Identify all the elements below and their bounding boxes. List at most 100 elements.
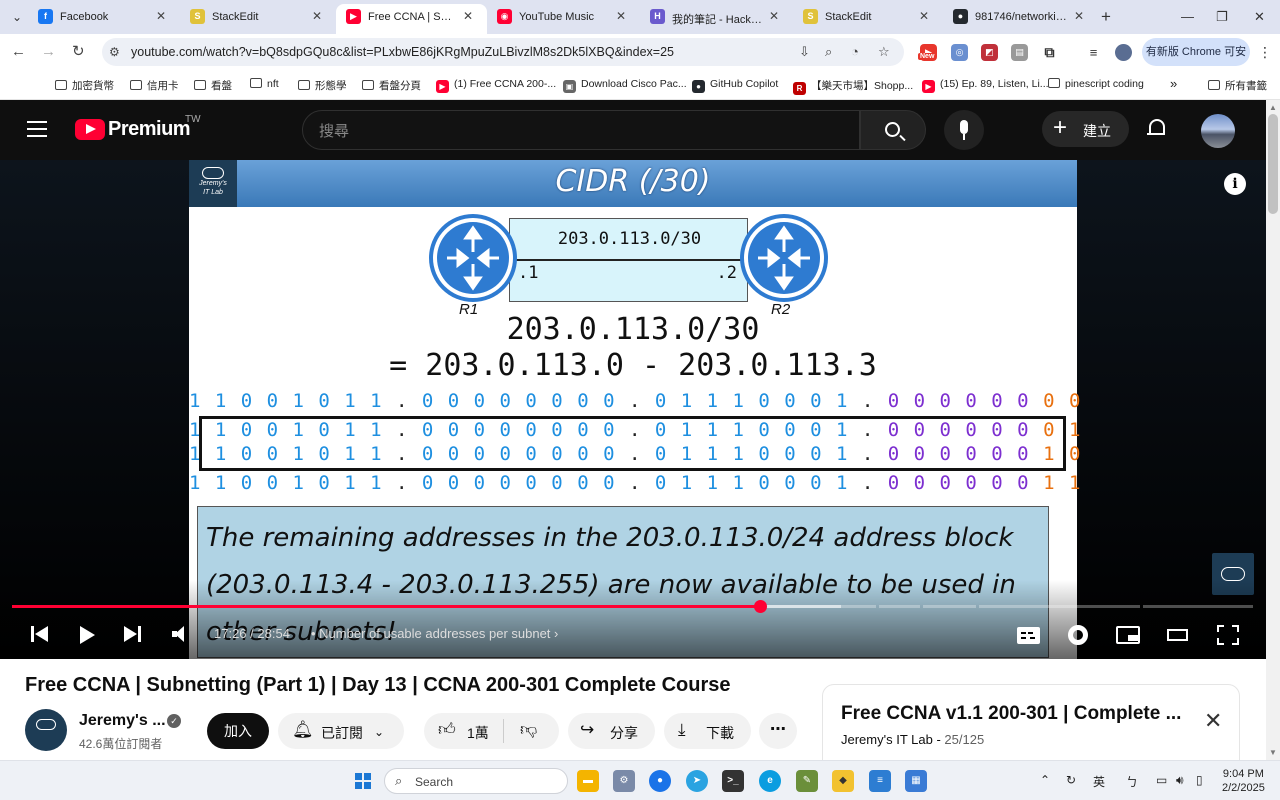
bookmark-item[interactable]: R 【樂天市場】Shopp... (793, 78, 913, 95)
more-actions-icon[interactable]: ⋯ (759, 713, 797, 749)
chrome-update-button[interactable]: 有新版 Chrome 可安裝 (1142, 38, 1250, 86)
bookmark-item[interactable]: 看盤分頁 (362, 78, 421, 93)
like-count[interactable]: 1萬 (467, 723, 489, 743)
progress-bar[interactable] (12, 600, 1253, 613)
play-icon[interactable] (80, 626, 96, 644)
settings-gear-icon[interactable] (1068, 625, 1088, 645)
close-window-icon[interactable]: ✕ (1254, 9, 1265, 25)
tab-5[interactable]: S StackEdit ✕ (793, 4, 943, 30)
bookmark-item[interactable]: 形態學 (298, 78, 347, 93)
chapter-segment[interactable] (879, 605, 920, 608)
close-tab-icon[interactable]: ✕ (769, 9, 779, 23)
bookmark-star-icon[interactable]: ☆ (878, 44, 890, 60)
next-icon[interactable] (124, 626, 142, 642)
url-text[interactable]: youtube.com/watch?v=bQ8sdpGQu8c&list=PLx… (131, 45, 674, 59)
bookmark-item[interactable]: pinescript coding (1048, 78, 1144, 90)
all-bookmarks-folder[interactable]: 所有書籤 (1208, 78, 1267, 93)
scrubber-knob[interactable] (754, 600, 767, 613)
taskbar-search[interactable]: ⌕ Search (384, 768, 568, 794)
playlist-channel[interactable]: Jeremy's IT Lab (841, 732, 933, 747)
site-info-icon[interactable]: ⚙ (109, 45, 120, 59)
search-input[interactable] (319, 120, 839, 142)
scroll-down-icon[interactable]: ▼ (1269, 748, 1277, 757)
hamburger-menu-icon[interactable] (27, 121, 47, 137)
forward-icon[interactable]: → (41, 44, 56, 59)
minimize-icon[interactable]: — (1181, 9, 1194, 24)
info-icon[interactable]: i (1224, 173, 1246, 195)
extension-chatgpt-icon[interactable]: ◎ (951, 44, 968, 61)
profile-avatar-icon[interactable] (1115, 44, 1132, 61)
address-bar[interactable]: ⚙ youtube.com/watch?v=bQ8sdpGQu8c&list=P… (102, 38, 904, 66)
ime-mode-icon[interactable]: ㄅ (1126, 773, 1138, 790)
close-playlist-icon[interactable]: ✕ (1204, 710, 1222, 732)
bookmarks-overflow-icon[interactable]: » (1170, 76, 1177, 91)
video-player[interactable]: CIDR (/30) Jeremy's IT Lab 203.0.113.0/3… (0, 160, 1266, 659)
bookmark-item[interactable]: 信用卡 (130, 78, 179, 93)
channel-name[interactable]: Jeremy's ... (79, 712, 166, 730)
tab-6[interactable]: ● 981746/networking- ✕ (943, 4, 1098, 30)
search-button[interactable] (860, 110, 926, 150)
ime-indicator[interactable]: 英 (1093, 773, 1105, 790)
extension-flag-icon[interactable]: ◩ (981, 44, 998, 61)
create-button[interactable]: + 建立 (1042, 111, 1129, 147)
dislike-icon[interactable]: 👎︎ (520, 721, 537, 739)
tray-overflow-icon[interactable]: ⌃ (1040, 773, 1050, 787)
notepad-icon[interactable]: ≡ (869, 770, 891, 792)
restore-icon[interactable]: ❐ (1216, 9, 1228, 25)
taskbar-clock[interactable]: 9:04 PM 2/2/2025 (1222, 767, 1265, 795)
chapter-segment[interactable] (1143, 605, 1253, 608)
back-icon[interactable]: ← (11, 44, 26, 59)
playlist-title[interactable]: Free CCNA v1.1 200-301 | Complete ... (841, 703, 1181, 725)
share-button[interactable]: ↪ 分享 (568, 713, 655, 749)
bookmark-item[interactable]: ▶ (1) Free CCNA 200-... (436, 78, 556, 93)
calculator-icon[interactable]: ▦ (905, 770, 927, 792)
tab-1[interactable]: S StackEdit ✕ (180, 4, 336, 30)
join-button[interactable]: 加入 (207, 713, 269, 749)
telegram-icon[interactable]: ➤ (686, 770, 708, 792)
reload-icon[interactable]: ↻ (72, 44, 85, 59)
reading-list-icon[interactable]: ≡ (1085, 44, 1102, 61)
tab-4[interactable]: H 我的筆記 - HackMD ✕ (640, 4, 793, 30)
extension-doc-icon[interactable]: ▤ (1011, 44, 1028, 61)
page-scrollbar[interactable]: ▲ ▼ (1266, 100, 1280, 760)
youtube-premium-logo[interactable]: Premium (108, 118, 191, 141)
bookmark-item[interactable]: ● GitHub Copilot (692, 78, 778, 93)
performance-icon[interactable]: ◔ (851, 44, 859, 59)
fullscreen-icon[interactable] (1217, 625, 1239, 645)
tab-3[interactable]: ◉ YouTube Music ✕ (487, 4, 640, 30)
chapter-segment[interactable] (979, 605, 1140, 608)
chapter-segment[interactable] (923, 605, 976, 608)
miniplayer-icon[interactable] (1116, 626, 1140, 644)
voice-search-icon[interactable] (944, 110, 984, 150)
scroll-up-icon[interactable]: ▲ (1269, 103, 1277, 112)
terminal-icon[interactable]: >_ (722, 770, 744, 792)
scrollbar-thumb[interactable] (1268, 114, 1278, 214)
windows-start-icon[interactable] (355, 773, 371, 789)
new-tab-button[interactable]: + (1101, 8, 1111, 25)
notifications-bell-icon[interactable] (1147, 119, 1167, 141)
zoom-icon[interactable]: ⌕ (825, 44, 832, 60)
battery-icon[interactable]: ▯ (1196, 773, 1203, 787)
like-icon[interactable]: 👍︎ (438, 721, 456, 739)
bookmark-item[interactable]: 加密貨幣 (55, 78, 114, 93)
sync-icon[interactable]: ↻ (1066, 773, 1076, 787)
download-button[interactable]: ⤓ 下載 (664, 713, 751, 749)
volume-icon[interactable] (172, 626, 186, 642)
edge-icon[interactable]: e (759, 770, 781, 792)
channel-avatar[interactable] (25, 709, 67, 751)
extensions-puzzle-icon[interactable]: ⧉ (1041, 44, 1058, 61)
previous-icon[interactable] (31, 626, 49, 642)
close-tab-icon[interactable]: ✕ (1074, 9, 1084, 23)
install-app-icon[interactable]: ⇩ (799, 44, 810, 60)
tab-search-button[interactable]: ⌄ (6, 6, 28, 28)
tab-0[interactable]: f Facebook ✕ (28, 4, 180, 30)
app-tool-icon[interactable]: ⚙ (613, 770, 635, 792)
close-tab-icon[interactable]: ✕ (156, 9, 166, 23)
app-green-icon[interactable]: ✎ (796, 770, 818, 792)
close-tab-icon[interactable]: ✕ (312, 9, 322, 23)
subtitles-icon[interactable] (1017, 627, 1040, 644)
network-icon[interactable]: ▭ (1156, 773, 1167, 787)
file-explorer-icon[interactable]: ▬ (577, 770, 599, 792)
close-tab-icon[interactable]: ✕ (919, 9, 929, 23)
tab-2[interactable]: ▶ Free CCNA | Subnetti ✕ (336, 4, 487, 34)
